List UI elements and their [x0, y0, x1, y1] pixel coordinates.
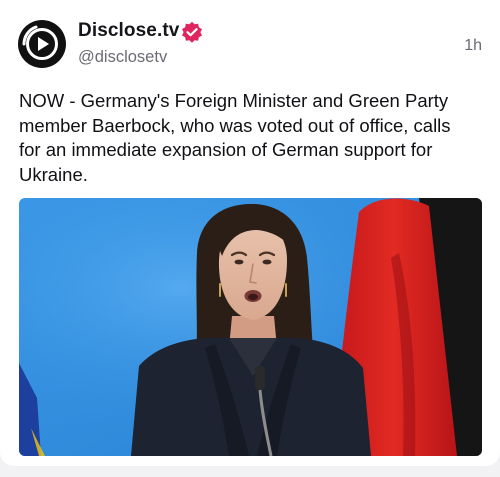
avatar[interactable]: [18, 20, 66, 68]
post-card[interactable]: Disclose.tv @disclosetv 1h NOW - Germany…: [0, 0, 500, 466]
disclose-play-logo-icon: [18, 20, 66, 68]
post-media-image[interactable]: [19, 198, 482, 456]
verified-badge-icon: [181, 21, 203, 43]
post-text: NOW - Germany's Foreign Minister and Gre…: [19, 90, 451, 185]
author-name[interactable]: Disclose.tv: [78, 20, 179, 42]
author-handle[interactable]: @disclosetv: [78, 48, 167, 67]
post-timestamp[interactable]: 1h: [464, 37, 482, 55]
